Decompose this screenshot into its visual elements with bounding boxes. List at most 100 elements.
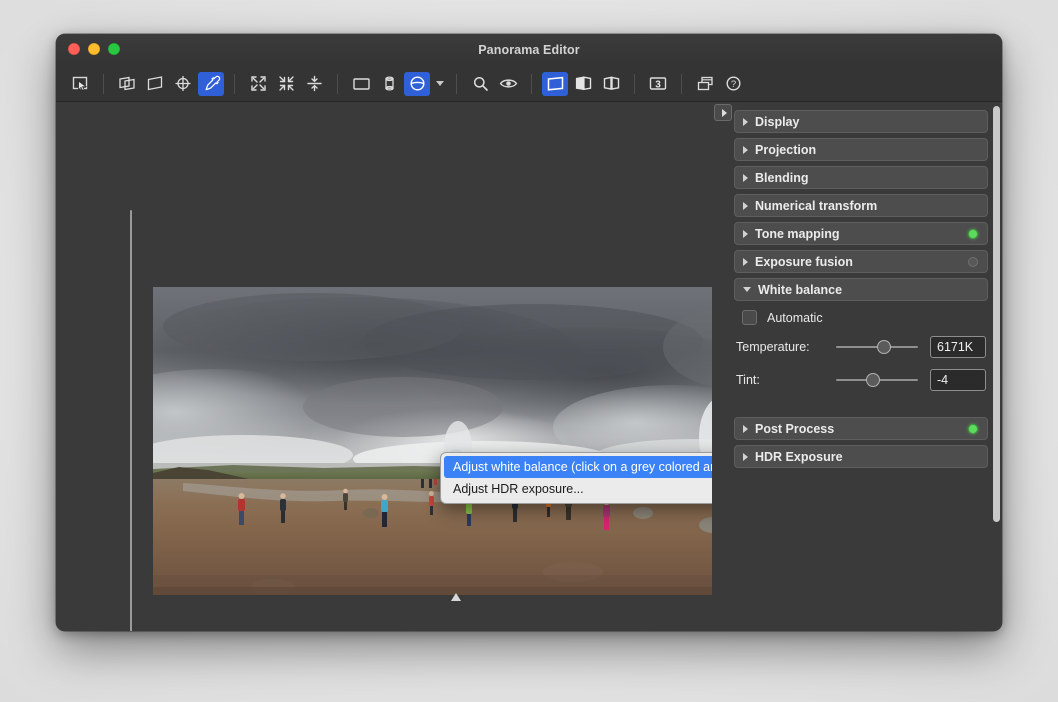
help-question-icon[interactable]: ? xyxy=(720,72,746,96)
panel-header-projection[interactable]: Projection xyxy=(734,138,988,161)
panel-white-balance: White balance Automatic Temperature: xyxy=(734,278,988,412)
panel-header-tone-mapping[interactable]: Tone mapping xyxy=(734,222,988,245)
single-view-icon[interactable] xyxy=(542,72,568,96)
sidebar-scrollbar-thumb[interactable] xyxy=(993,106,1000,522)
svg-text:3: 3 xyxy=(655,79,661,90)
disclosure-triangle-icon xyxy=(743,287,751,292)
panel-exposure-fusion: Exposure fusion xyxy=(734,250,988,273)
toolbar-separator xyxy=(456,74,457,94)
move-images-icon[interactable] xyxy=(114,72,140,96)
temperature-slider-knob[interactable] xyxy=(877,340,891,354)
tint-slider-knob[interactable] xyxy=(866,373,880,387)
panel-hdr-exposure: HDR Exposure xyxy=(734,445,988,468)
automatic-checkbox[interactable] xyxy=(742,310,757,325)
disclosure-triangle-icon xyxy=(743,202,748,210)
right-sidebar: Display Projection Blending xyxy=(712,102,1002,631)
temperature-label: Temperature: xyxy=(736,340,836,354)
panorama-editor-window: Panorama Editor xyxy=(56,34,1002,631)
panel-post-process: Post Process xyxy=(734,417,988,440)
main-toolbar: 3 ? xyxy=(56,66,1002,102)
panel-tone-mapping: Tone mapping xyxy=(734,222,988,245)
white-balance-body: Automatic Temperature: 6171K Tint: xyxy=(734,301,988,412)
window-title: Panorama Editor xyxy=(56,43,1002,57)
panel-header-hdr-exposure[interactable]: HDR Exposure xyxy=(734,445,988,468)
toolbar-separator xyxy=(337,74,338,94)
sidebar-scrollbar[interactable] xyxy=(993,106,1000,627)
layers-window-icon[interactable] xyxy=(692,72,718,96)
zoom-button[interactable] xyxy=(108,43,120,55)
preview-eye-icon[interactable] xyxy=(495,72,521,96)
tint-slider[interactable] xyxy=(836,373,918,387)
panel-title: Numerical transform xyxy=(755,199,877,213)
disclosure-triangle-icon xyxy=(743,453,748,461)
chevron-down-icon[interactable] xyxy=(433,72,447,96)
set-center-icon[interactable] xyxy=(170,72,196,96)
panel-title: Post Process xyxy=(755,422,834,436)
minimize-button[interactable] xyxy=(88,43,100,55)
side-by-side-view-icon[interactable] xyxy=(598,72,624,96)
panel-header-display[interactable]: Display xyxy=(734,110,988,133)
toolbar-separator xyxy=(681,74,682,94)
panel-title: Blending xyxy=(755,171,808,185)
panel-numerical-transform: Numerical transform xyxy=(734,194,988,217)
desktop-background: Panorama Editor xyxy=(0,0,1058,702)
contract-icon[interactable] xyxy=(273,72,299,96)
cylindrical-projection-icon[interactable] xyxy=(376,72,402,96)
panel-title: Projection xyxy=(755,143,816,157)
zoom-magnifier-icon[interactable] xyxy=(467,72,493,96)
panel-title: Display xyxy=(755,115,799,129)
disclosure-triangle-icon xyxy=(743,230,748,238)
panel-header-exposure-fusion[interactable]: Exposure fusion xyxy=(734,250,988,273)
svg-text:?: ? xyxy=(730,79,735,90)
disclosure-triangle-icon xyxy=(743,425,748,433)
automatic-row: Automatic xyxy=(736,310,986,325)
panel-projection: Projection xyxy=(734,138,988,161)
panel-header-post-process[interactable]: Post Process xyxy=(734,417,988,440)
status-led-on[interactable] xyxy=(968,229,978,239)
close-button[interactable] xyxy=(68,43,80,55)
tint-row: Tint: -4 xyxy=(736,369,986,391)
panel-title: White balance xyxy=(758,283,842,297)
disclosure-triangle-icon xyxy=(743,146,748,154)
disclosure-triangle-icon xyxy=(743,118,748,126)
status-led-on[interactable] xyxy=(968,424,978,434)
selection-rectangle-icon[interactable] xyxy=(67,72,93,96)
disclosure-triangle-icon xyxy=(743,258,748,266)
three-badge-icon[interactable]: 3 xyxy=(645,72,671,96)
spherical-projection-icon[interactable] xyxy=(404,72,430,96)
split-view-icon[interactable] xyxy=(570,72,596,96)
panel-header-numerical-transform[interactable]: Numerical transform xyxy=(734,194,988,217)
toolbar-separator xyxy=(234,74,235,94)
panorama-preview[interactable] xyxy=(153,287,763,595)
toolbar-separator xyxy=(103,74,104,94)
toolbar-separator xyxy=(531,74,532,94)
panel-header-blending[interactable]: Blending xyxy=(734,166,988,189)
window-titlebar: Panorama Editor xyxy=(56,34,1002,67)
status-led-off[interactable] xyxy=(968,257,978,267)
tint-field[interactable]: -4 xyxy=(930,369,986,391)
panel-title: Exposure fusion xyxy=(755,255,853,269)
temperature-row: Temperature: 6171K xyxy=(736,336,986,358)
panel-title: Tone mapping xyxy=(755,227,840,241)
panel-display: Display xyxy=(734,110,988,133)
straighten-icon[interactable] xyxy=(301,72,327,96)
vertical-slider-track[interactable] xyxy=(130,210,132,631)
sidebar-panel-list: Display Projection Blending xyxy=(712,102,992,631)
tint-label: Tint: xyxy=(736,373,836,387)
temperature-field[interactable]: 6171K xyxy=(930,336,986,358)
eyedropper-icon[interactable] xyxy=(198,72,224,96)
panel-header-white-balance[interactable]: White balance xyxy=(734,278,988,301)
toolbar-separator xyxy=(634,74,635,94)
collapse-sidebar-button[interactable] xyxy=(714,104,732,121)
temperature-slider[interactable] xyxy=(836,340,918,354)
automatic-label: Automatic xyxy=(767,311,823,325)
disclosure-triangle-icon xyxy=(743,174,748,182)
vertical-zoom-slider[interactable] xyxy=(124,210,138,631)
center-marker-triangle xyxy=(451,593,462,602)
single-image-icon[interactable] xyxy=(142,72,168,96)
fit-expand-icon[interactable] xyxy=(245,72,271,96)
panel-title: HDR Exposure xyxy=(755,450,843,464)
traffic-light-buttons xyxy=(68,43,120,55)
chevron-right-icon xyxy=(722,109,727,117)
rectilinear-projection-icon[interactable] xyxy=(348,72,374,96)
